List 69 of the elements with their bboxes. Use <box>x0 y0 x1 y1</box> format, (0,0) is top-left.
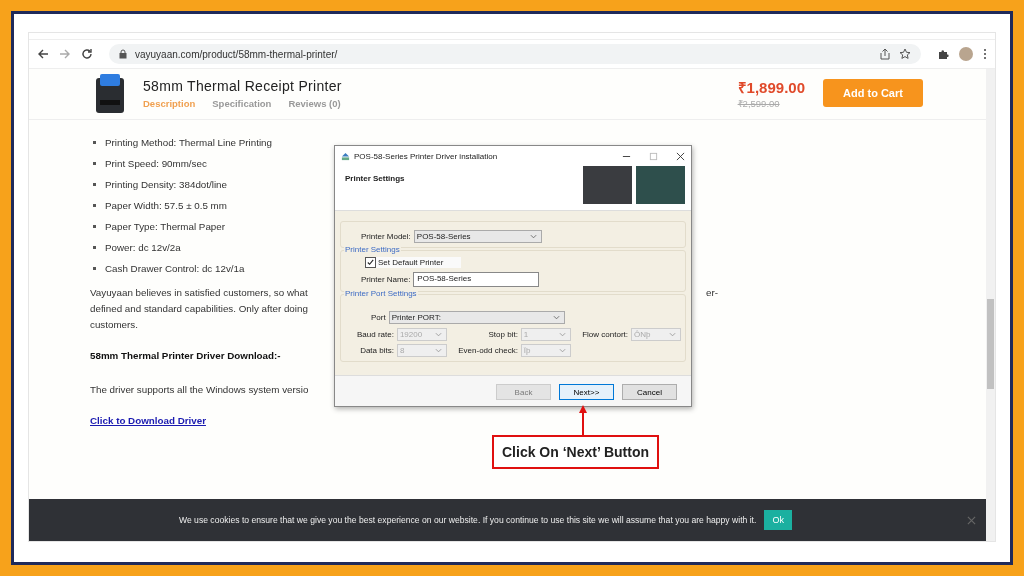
bullet-icon <box>93 141 96 144</box>
paragraph-text: er- <box>706 286 718 300</box>
callout-box: Click On ‘Next’ Button <box>492 435 659 469</box>
bullet-icon <box>93 162 96 165</box>
group-title: Printer Settings <box>344 245 401 254</box>
bullet-icon <box>93 204 96 207</box>
chevron-down-icon <box>552 315 560 320</box>
close-icon[interactable] <box>676 151 685 161</box>
bullet-icon <box>93 246 96 249</box>
port-dropdown[interactable]: Printer PORT: <box>388 311 565 324</box>
ok-button[interactable]: Ok <box>764 510 792 530</box>
field-label: Printer Name: <box>361 275 411 284</box>
dialog-title: POS-58-Series Printer Driver installation <box>354 151 498 161</box>
product-tab[interactable]: Reviews (0) <box>288 97 341 109</box>
field-label: Stop bit: <box>488 330 518 339</box>
callout-arrow <box>578 405 588 435</box>
old-price: ₹2,599.00 <box>737 96 781 110</box>
reload-icon[interactable] <box>81 48 93 60</box>
dialog-heading: Printer Settings <box>345 174 405 183</box>
menu-icon[interactable] <box>983 48 987 60</box>
chevron-down-icon <box>669 332 676 337</box>
address-bar[interactable]: vayuyaan.com/product/58mm-thermal-printer/ <box>109 44 921 64</box>
star-icon[interactable] <box>899 48 911 60</box>
printer-model-dropdown[interactable]: POS-58-Series <box>413 230 542 243</box>
field-label: Even-odd check: <box>458 346 518 355</box>
spec-item: Cash Drawer Control: dc 12v/1a <box>105 263 245 274</box>
field-label: Data bits: <box>360 346 394 355</box>
share-icon[interactable] <box>879 48 891 60</box>
bullet-icon <box>93 183 96 186</box>
printer-icon <box>95 72 125 114</box>
add-to-cart-button[interactable]: Add to Cart <box>823 79 923 107</box>
download-link[interactable]: Click to Download Driver <box>90 415 206 426</box>
paragraph-text: defined and standard capabilities. Only after doing <box>90 302 308 316</box>
bullet-icon <box>93 225 96 228</box>
field-label: Printer Model: <box>361 232 411 241</box>
puzzle-icon[interactable] <box>937 48 949 60</box>
paragraph-text: customers. <box>90 318 138 332</box>
checkmark-icon <box>366 258 375 267</box>
installer-icon <box>341 151 350 161</box>
chevron-down-icon <box>558 332 566 337</box>
lock-icon <box>119 49 127 59</box>
dialog-button[interactable]: Next>> <box>559 384 614 400</box>
chevron-down-icon <box>558 348 566 353</box>
field-label: Port <box>371 313 386 322</box>
chevron-down-icon <box>529 234 537 239</box>
spec-item: Paper Width: 57.5 ± 0.5 mm <box>105 200 227 211</box>
chevron-down-icon <box>434 348 442 353</box>
spec-item: Print Speed: 90mm/sec <box>105 158 207 169</box>
product-tab[interactable]: Description <box>143 97 196 109</box>
paragraph-text: The driver supports all the Windows system versio <box>90 384 309 395</box>
spec-item: Paper Type: Thermal Paper <box>105 221 225 232</box>
section-heading: 58mm Thermal Printer Driver Download:- <box>90 350 281 361</box>
back-icon[interactable] <box>37 48 49 60</box>
spec-item: Printing Density: 384dot/line <box>105 179 227 190</box>
spec-item: Printing Method: Thermal Line Printing <box>105 137 272 148</box>
product-tab[interactable]: Specification <box>212 97 272 109</box>
default-printer-checkbox[interactable]: Set Default Printer <box>365 257 462 268</box>
dialog-button[interactable]: Cancel <box>622 384 677 400</box>
bullet-icon <box>93 267 96 270</box>
group-title: Printer Port Settings <box>344 289 418 298</box>
price: ₹1,899.00 <box>737 77 805 97</box>
field-label: Flow contort: <box>582 330 628 339</box>
chevron-down-icon <box>434 332 442 337</box>
cookie-text: We use cookies to ensure that we give you the best experience on our website. If you continue to use this site we will assume that you are happy with it. <box>179 515 757 525</box>
printer-name-field[interactable]: POS-58-Series <box>413 272 540 287</box>
field-label: Baud rate: <box>357 330 394 339</box>
product-title: 58mm Thermal Receipt Printer <box>143 77 342 94</box>
paragraph-text: Vayuyaan believes in satisfied customers, so what <box>90 286 308 300</box>
spec-item: Power: dc 12v/2a <box>105 242 181 253</box>
